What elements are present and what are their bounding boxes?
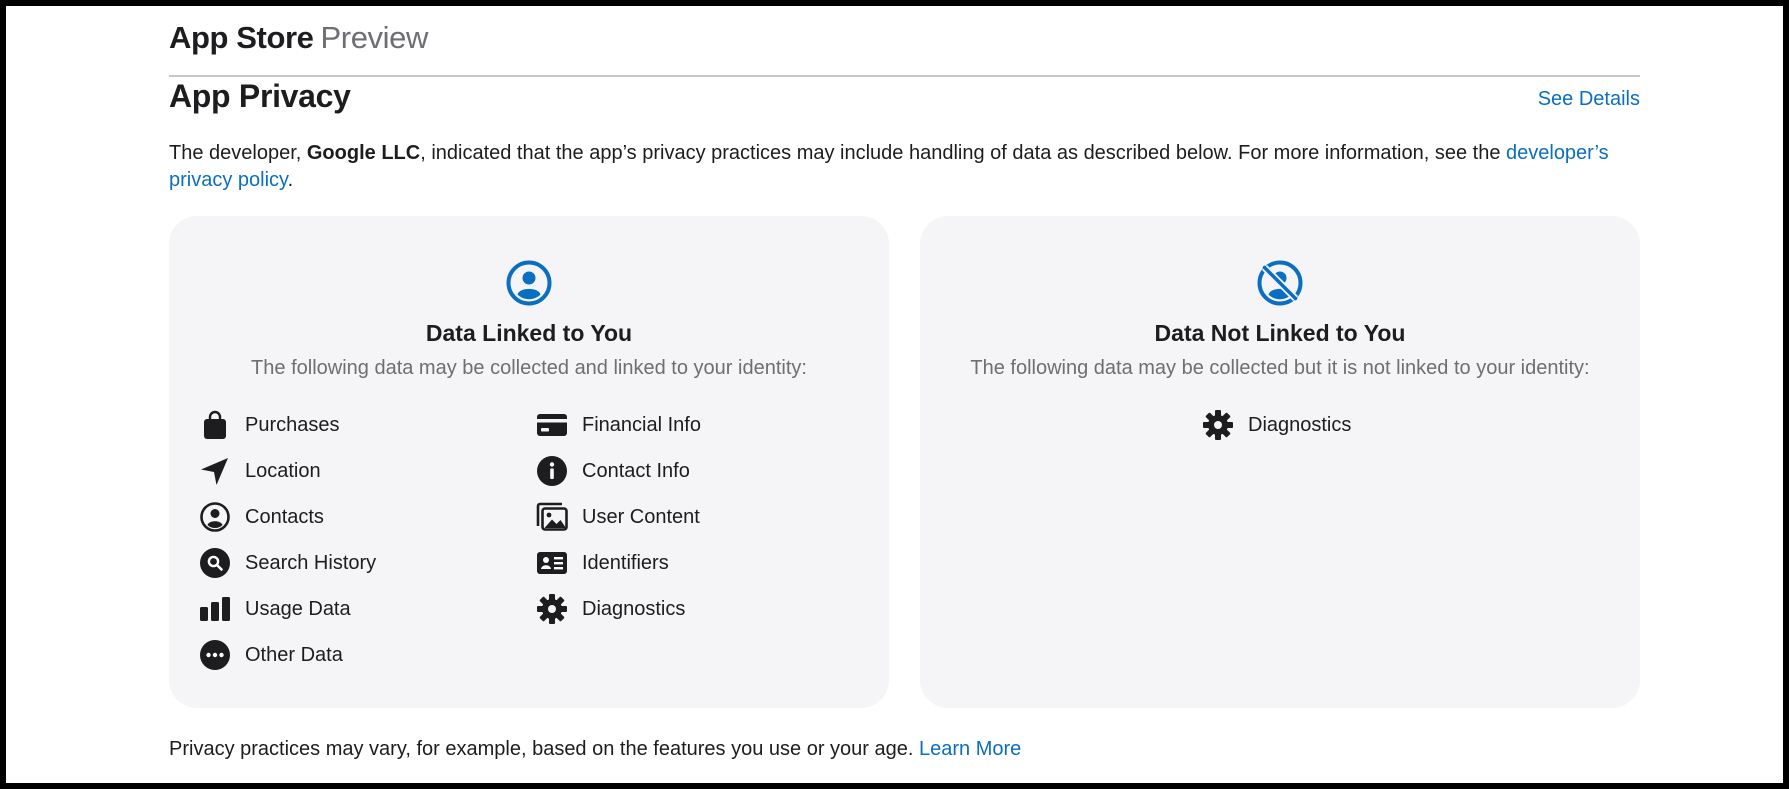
list-item-identifiers: Identifiers <box>536 545 669 581</box>
id-card-icon <box>536 547 568 579</box>
list-item-other-data: Other Data <box>199 637 343 673</box>
intro-suffix: , indicated that the app’s privacy pract… <box>420 142 1506 164</box>
ellipsis-circle-icon <box>199 639 231 671</box>
list-item-contact-info: Contact Info <box>536 453 690 489</box>
not-linked-card-subtitle: The following data may be collected but … <box>970 357 1590 379</box>
see-details-link[interactable]: See Details <box>1538 88 1640 111</box>
list-item-diagnostics: Diagnostics <box>536 591 685 627</box>
footer-text: Privacy practices may vary, for example,… <box>169 738 914 760</box>
location-arrow-icon <box>199 455 231 487</box>
item-label: Financial Info <box>582 413 701 436</box>
brand-light: Preview <box>320 20 429 55</box>
header-divider <box>169 75 1640 77</box>
intro-prefix: The developer, <box>169 142 307 164</box>
data-linked-card: Data Linked to You The following data ma… <box>169 216 889 708</box>
list-item-contacts: Contacts <box>199 499 324 535</box>
developer-name: Google LLC <box>306 142 421 164</box>
list-item-diagnostics: Diagnostics <box>1202 407 1351 443</box>
list-item-user-content: User Content <box>536 499 700 535</box>
person-slash-circle-icon <box>1256 259 1304 307</box>
page: App Store Preview App Privacy See Details… <box>6 6 1783 783</box>
privacy-footer: Privacy practices may vary, for example,… <box>169 738 1021 761</box>
intro-end: . <box>287 169 294 191</box>
item-label: Usage Data <box>245 597 351 620</box>
section-title: App Privacy <box>169 78 351 114</box>
list-item-location: Location <box>199 453 321 489</box>
list-item-financial-info: Financial Info <box>536 407 701 443</box>
linked-card-subtitle: The following data may be collected and … <box>251 357 807 379</box>
data-not-linked-card: Data Not Linked to You The following dat… <box>920 216 1640 708</box>
info-circle-icon <box>536 455 568 487</box>
person-circle-icon <box>199 501 231 533</box>
photos-icon <box>536 501 568 533</box>
list-item-usage-data: Usage Data <box>199 591 351 627</box>
item-label: Contacts <box>245 505 324 528</box>
gear-icon <box>1202 409 1234 441</box>
app-store-brand[interactable]: App Store Preview <box>169 20 428 56</box>
item-label: Contact Info <box>582 459 690 482</box>
item-label: Search History <box>245 551 377 574</box>
list-item-purchases: Purchases <box>199 407 340 443</box>
bar-chart-icon <box>199 593 231 625</box>
item-label: Identifiers <box>582 551 669 574</box>
item-label: User Content <box>582 505 700 528</box>
shopping-bag-icon <box>199 409 231 441</box>
learn-more-link[interactable]: Learn More <box>919 738 1021 760</box>
list-item-search-history: Search History <box>199 545 376 581</box>
gear-icon <box>536 593 568 625</box>
item-label: Diagnostics <box>1248 413 1352 436</box>
privacy-intro: The developer, Google LLC, indicated tha… <box>169 140 1640 194</box>
credit-card-icon <box>536 409 568 441</box>
brand-strong: App Store <box>169 20 314 55</box>
magnifier-circle-icon <box>199 547 231 579</box>
linked-card-title: Data Linked to You <box>425 320 633 346</box>
not-linked-card-title: Data Not Linked to You <box>1154 320 1406 346</box>
item-label: Diagnostics <box>582 597 686 620</box>
item-label: Other Data <box>245 643 343 666</box>
person-circle-icon <box>505 259 553 307</box>
item-label: Purchases <box>245 413 340 436</box>
item-label: Location <box>245 459 321 482</box>
